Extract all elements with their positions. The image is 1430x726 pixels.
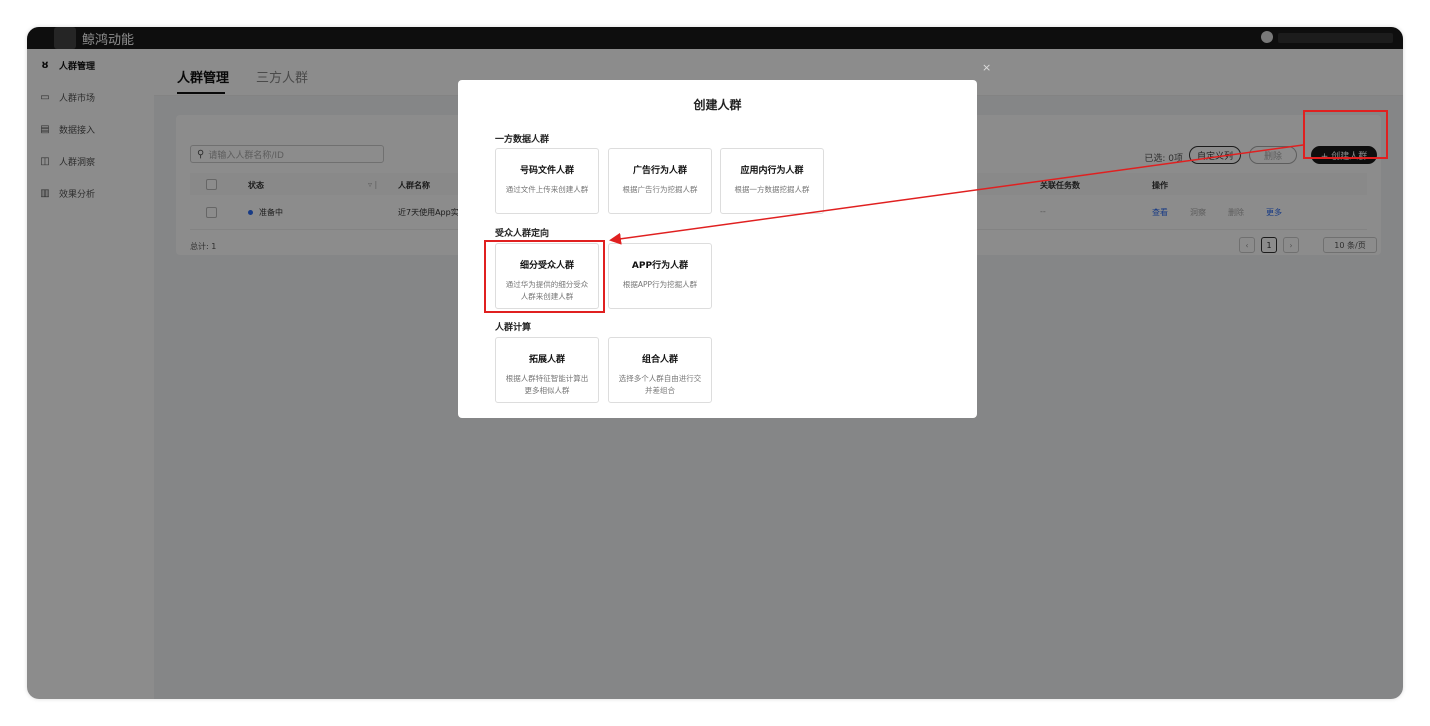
annotation-arrow <box>609 144 1304 245</box>
